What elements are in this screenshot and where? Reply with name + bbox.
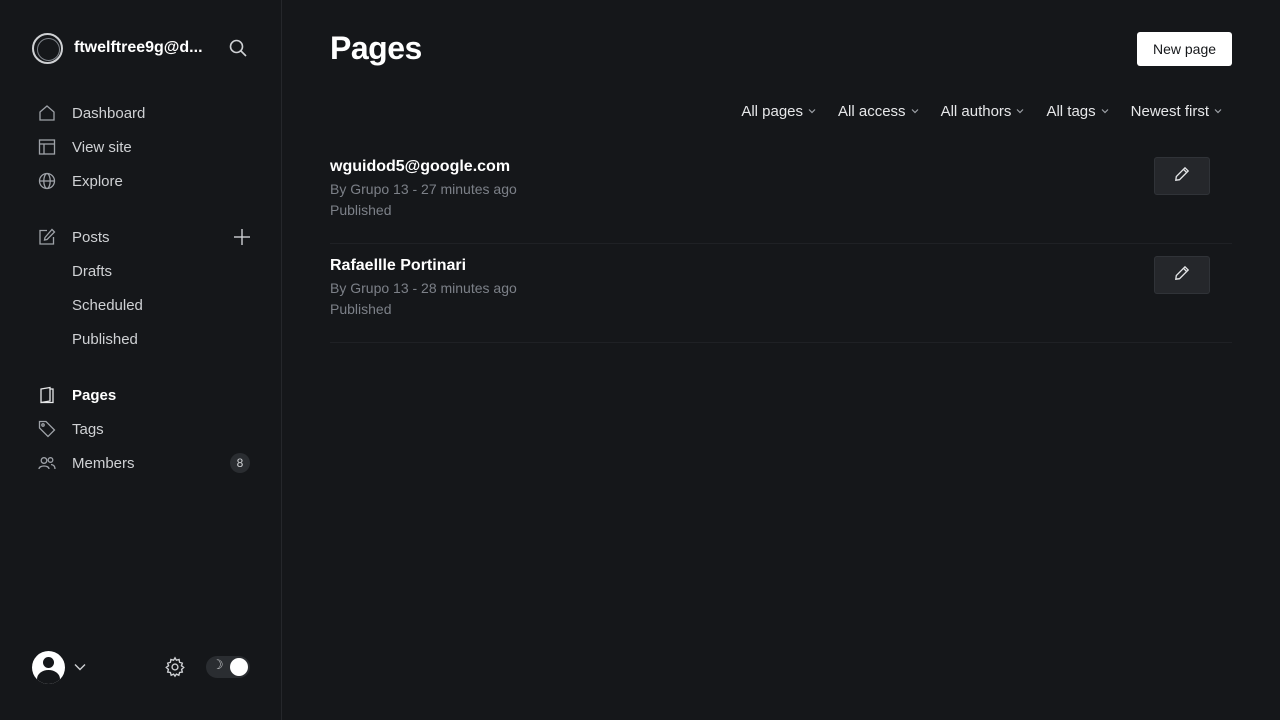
page-item-meta: By Grupo 13 - 28 minutes ago [330,280,517,296]
nav-item-label: Members [72,454,135,472]
edit-post-icon [37,227,57,247]
layout-icon [37,137,57,157]
site-header: ftwelftree9g@d... [32,32,250,64]
main-content: Pages New page All pages All access All … [282,0,1280,720]
chevron-down-icon [1214,107,1222,115]
filter-authors[interactable]: All authors [941,103,1025,120]
add-post-icon[interactable] [232,227,252,247]
avatar[interactable] [32,650,65,684]
filter-sort[interactable]: Newest first [1131,103,1222,120]
nav-item-view-site[interactable]: View site [32,130,252,164]
nav-item-label: Pages [72,386,117,404]
filter-type[interactable]: All pages [741,103,816,120]
globe-icon [37,171,57,191]
nav-item-explore[interactable]: Explore [32,164,252,198]
pages-list: wguidod5@google.com By Grupo 13 - 27 min… [330,145,1232,343]
chevron-down-icon[interactable] [73,659,89,675]
nav-item-label: View site [72,138,132,156]
home-icon [37,103,57,123]
nav-item-label: Drafts [72,262,113,280]
filter-label: All access [838,102,906,120]
edit-button[interactable] [1154,256,1210,294]
tag-icon [37,419,57,439]
filter-access[interactable]: All access [838,103,919,120]
site-logo-icon[interactable] [32,32,63,64]
filter-tags[interactable]: All tags [1046,102,1109,120]
search-icon[interactable] [226,36,250,60]
pencil-icon [1174,265,1190,286]
nav-item-tags[interactable]: Tags [32,412,252,446]
edit-button[interactable] [1154,157,1210,195]
page-icon [37,385,57,405]
chevron-down-icon [1016,107,1024,115]
nav-item-scheduled[interactable]: Scheduled [32,288,252,322]
filter-label: All pages [741,102,804,120]
members-icon [37,453,57,473]
page-item-meta: By Grupo 13 - 27 minutes ago [330,181,517,197]
nav-item-label: Dashboard [72,104,146,122]
nav-item-posts[interactable]: Posts [32,220,252,254]
site-title[interactable]: ftwelftree9g@d... [74,39,206,57]
toggle-knob [230,658,248,676]
page-title: Pages [330,30,422,66]
nav-item-label: Posts [72,228,110,246]
app: ftwelftree9g@d... Dashboard View site Ex… [0,0,1280,720]
nav-item-dashboard[interactable]: Dashboard [32,96,252,130]
sidebar: ftwelftree9g@d... Dashboard View site Ex… [0,0,282,720]
page-item-status: Published [330,301,392,317]
nav-item-label: Explore [72,172,123,190]
moon-icon: ☽ [212,658,224,673]
new-page-button[interactable]: New page [1137,32,1232,66]
page-item-status: Published [330,202,392,218]
filter-label: All tags [1046,102,1096,120]
nav-item-label: Published [72,330,138,348]
members-count-badge: 8 [230,453,250,473]
filter-label: All authors [940,102,1012,120]
nav-item-label: Tags [72,420,104,438]
nav-item-members[interactable]: Members 8 [32,446,252,480]
page-item-title[interactable]: wguidod5@google.com [330,158,510,176]
nav-item-pages[interactable]: Pages [32,378,252,412]
nav-item-drafts[interactable]: Drafts [32,254,252,288]
sidebar-footer: ☽ [32,650,250,684]
list-item[interactable]: Rafaellle Portinari By Grupo 13 - 28 min… [330,244,1232,343]
gear-icon[interactable] [163,655,187,679]
nav-item-label: Scheduled [72,296,143,314]
nav-item-published[interactable]: Published [32,322,252,356]
page-item-title[interactable]: Rafaellle Portinari [330,257,466,275]
chevron-down-icon [1101,107,1109,115]
pencil-icon [1174,166,1190,187]
filter-label: Newest first [1130,102,1209,120]
list-item[interactable]: wguidod5@google.com By Grupo 13 - 27 min… [330,145,1232,244]
main-nav: Dashboard View site Explore Posts Drafts… [32,96,252,480]
chevron-down-icon [808,107,816,115]
chevron-down-icon [911,107,919,115]
filter-bar: All pages All access All authors All tag… [719,100,1222,122]
theme-toggle[interactable]: ☽ [206,656,250,678]
